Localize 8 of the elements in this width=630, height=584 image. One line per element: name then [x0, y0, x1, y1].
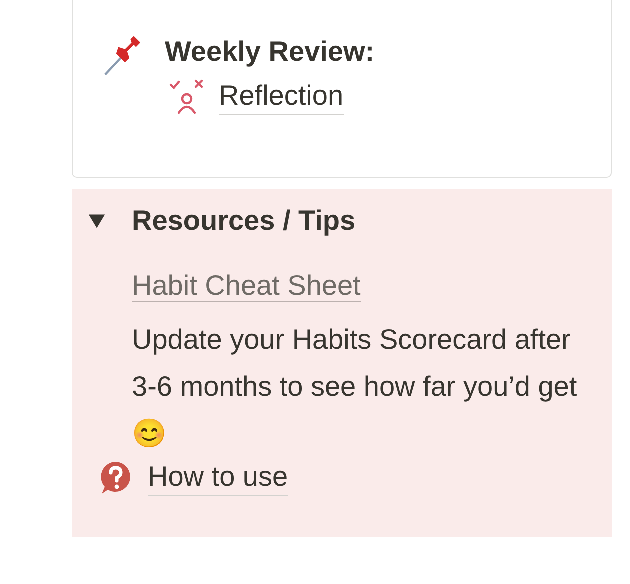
tip-paragraph: Update your Habits Scorecard after 3-6 months to see how far you’d get 😊: [132, 323, 578, 451]
how-to-use-link[interactable]: How to use: [148, 459, 288, 496]
callout-title: Weekly Review:: [165, 35, 375, 69]
person-check-cross-icon: [169, 78, 205, 114]
reflection-link[interactable]: Reflection: [219, 78, 344, 115]
toggle-title: Resources / Tips: [132, 205, 356, 237]
toggle-triangle-icon[interactable]: [88, 212, 106, 230]
cheat-sheet-link[interactable]: Habit Cheat Sheet: [132, 270, 361, 302]
